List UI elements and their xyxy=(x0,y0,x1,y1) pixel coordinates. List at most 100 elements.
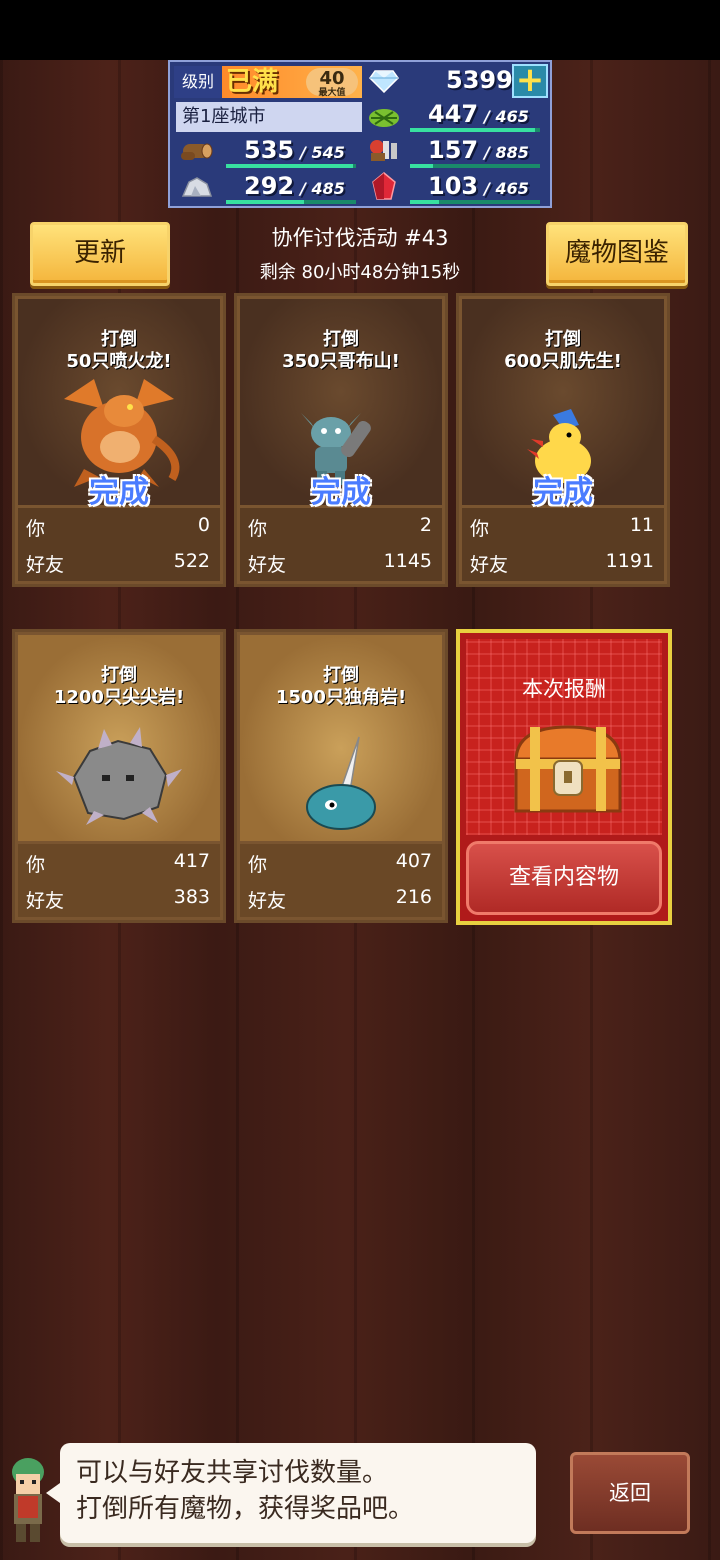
you-value: 407 xyxy=(395,850,432,872)
horned-slime-icon xyxy=(301,735,381,835)
you-label: 你 xyxy=(470,518,490,540)
quest-card[interactable]: 打倒 600只肌先生! 完成 你 11 好友 1191 xyxy=(456,293,670,587)
you-label: 你 xyxy=(248,518,268,540)
quest-card[interactable]: 打倒 1200只尖尖岩! 你 417 好友 383 xyxy=(12,629,226,923)
card-art: 打倒 1500只独角岩! xyxy=(240,635,442,841)
friend-label: 好友 xyxy=(470,554,509,576)
quest-card[interactable]: 打倒 50只喷火龙! 完成 你0 好友 522 xyxy=(12,293,226,587)
friend-value: 383 xyxy=(173,886,210,908)
card-goal-line2: 350只哥布山! xyxy=(282,351,400,372)
crystal-value: 103/ 465 xyxy=(428,172,529,200)
friend-row: 好友 522 xyxy=(26,550,210,577)
event-timer: 剩余 80小时48分钟15秒 xyxy=(259,262,461,283)
completed-label: 完成 xyxy=(533,475,593,510)
wood-log-icon xyxy=(178,134,214,168)
you-row: 你0 xyxy=(26,514,210,541)
reward-art: 本次报酬 xyxy=(466,639,662,835)
quest-card[interactable]: 打倒 350只哥布山! 完成 你2 好友 1145 xyxy=(234,293,448,587)
back-button[interactable]: 返回 xyxy=(570,1452,690,1534)
friend-label: 好友 xyxy=(248,554,287,576)
card-stats: 你2 好友 1145 xyxy=(240,508,442,581)
food-max: 885 xyxy=(495,143,529,162)
card-art: 打倒 350只哥布山! 完成 xyxy=(240,299,442,510)
stone-current: 292 xyxy=(244,172,295,200)
friend-value: 1191 xyxy=(605,550,654,572)
food-bar xyxy=(410,164,540,168)
stats-panel: 级别 已满 40 最大值 第1座城市 5399 + 535/ 545 292/ 4… xyxy=(168,60,552,208)
diamond-icon xyxy=(366,64,402,98)
card-goal-line2: 600只肌先生! xyxy=(504,351,622,372)
city-name: 第1座城市 xyxy=(176,102,362,132)
card-stats: 你 407 好友 216 xyxy=(240,844,442,917)
hint-dialog: 可以与好友共享讨伐数量。 打倒所有魔物，获得奖品吧。 xyxy=(46,1443,536,1543)
you-value: 0 xyxy=(197,514,210,536)
gem-count: 5399 xyxy=(446,66,513,94)
stone-bar xyxy=(226,200,356,204)
food-basket-icon xyxy=(366,134,402,168)
you-value: 417 xyxy=(173,850,210,872)
friend-value: 1145 xyxy=(383,550,432,572)
stone-max: 485 xyxy=(311,179,345,198)
friend-row: 好友 216 xyxy=(248,886,432,913)
reward-title: 本次报酬 xyxy=(522,677,606,701)
friend-value: 522 xyxy=(173,550,210,572)
quest-card[interactable]: 打倒 1500只独角岩! 你 407 好友 216 xyxy=(234,629,448,923)
stone-bar-fill xyxy=(226,200,304,204)
completed-label: 完成 xyxy=(311,475,371,510)
card-stats: 你 11 好友 1191 xyxy=(462,508,664,581)
food-current: 157 xyxy=(428,136,479,164)
stone-value: 292/ 485 xyxy=(244,172,345,200)
reward-card: 本次报酬 查看内容物 xyxy=(456,629,672,925)
friend-value: 216 xyxy=(395,886,432,908)
hint-line1: 可以与好友共享讨伐数量。 xyxy=(76,1458,389,1488)
friend-label: 好友 xyxy=(26,890,65,912)
food-bar-fill xyxy=(410,164,434,168)
level-badge: 40 最大值 xyxy=(306,68,358,98)
card-goal-line2: 50只喷火龙! xyxy=(66,351,172,372)
level-label: 级别 xyxy=(174,66,222,98)
completed-label: 完成 xyxy=(89,475,149,510)
friend-row: 好友 1191 xyxy=(470,550,654,577)
you-value: 11 xyxy=(629,514,654,536)
wood-current: 535 xyxy=(244,136,295,164)
crop-max: 465 xyxy=(495,107,529,126)
crop-value: 447/ 465 xyxy=(428,100,529,128)
wood-value: 535/ 545 xyxy=(244,136,345,164)
you-value: 2 xyxy=(419,514,432,536)
you-label: 你 xyxy=(26,854,46,876)
card-stats: 你0 好友 522 xyxy=(18,508,220,581)
crop-bar-fill xyxy=(410,128,535,132)
stone-icon xyxy=(178,170,214,204)
level-value: 已满 xyxy=(226,67,279,97)
card-goal-line2: 1200只尖尖岩! xyxy=(53,687,185,708)
bestiary-button[interactable]: 魔物图鉴 xyxy=(546,222,688,286)
you-row: 你 417 xyxy=(26,850,210,877)
crop-current: 447 xyxy=(428,100,479,128)
card-art: 打倒 50只喷火龙! 完成 xyxy=(18,299,220,510)
red-crystal-icon xyxy=(366,170,402,204)
spiky-rock-icon xyxy=(54,727,184,831)
you-row: 你2 xyxy=(248,514,432,541)
card-stats: 你 417 好友 383 xyxy=(18,844,220,917)
you-row: 你 407 xyxy=(248,850,432,877)
level-badge-number: 40 xyxy=(319,68,345,89)
card-art: 打倒 600只肌先生! 完成 xyxy=(462,299,664,510)
view-contents-button[interactable]: 查看内容物 xyxy=(466,841,662,915)
you-label: 你 xyxy=(248,854,268,876)
friend-row: 好友 383 xyxy=(26,886,210,913)
crop-icon xyxy=(366,100,402,134)
crystal-bar xyxy=(410,200,540,204)
level-badge-sub: 最大值 xyxy=(318,88,346,98)
you-row: 你 11 xyxy=(470,514,654,541)
crystal-max: 465 xyxy=(495,179,529,198)
wood-max: 545 xyxy=(311,143,345,162)
crystal-current: 103 xyxy=(428,172,479,200)
crystal-bar-fill xyxy=(410,200,439,204)
food-value: 157/ 885 xyxy=(428,136,529,164)
card-goal-line2: 1500只独角岩! xyxy=(275,687,407,708)
hint-line2: 打倒所有魔物，获得奖品吧。 xyxy=(76,1494,415,1524)
refresh-button[interactable]: 更新 xyxy=(30,222,170,286)
friend-label: 好友 xyxy=(248,890,287,912)
add-gems-button[interactable]: + xyxy=(512,63,548,98)
wood-bar xyxy=(226,164,356,168)
